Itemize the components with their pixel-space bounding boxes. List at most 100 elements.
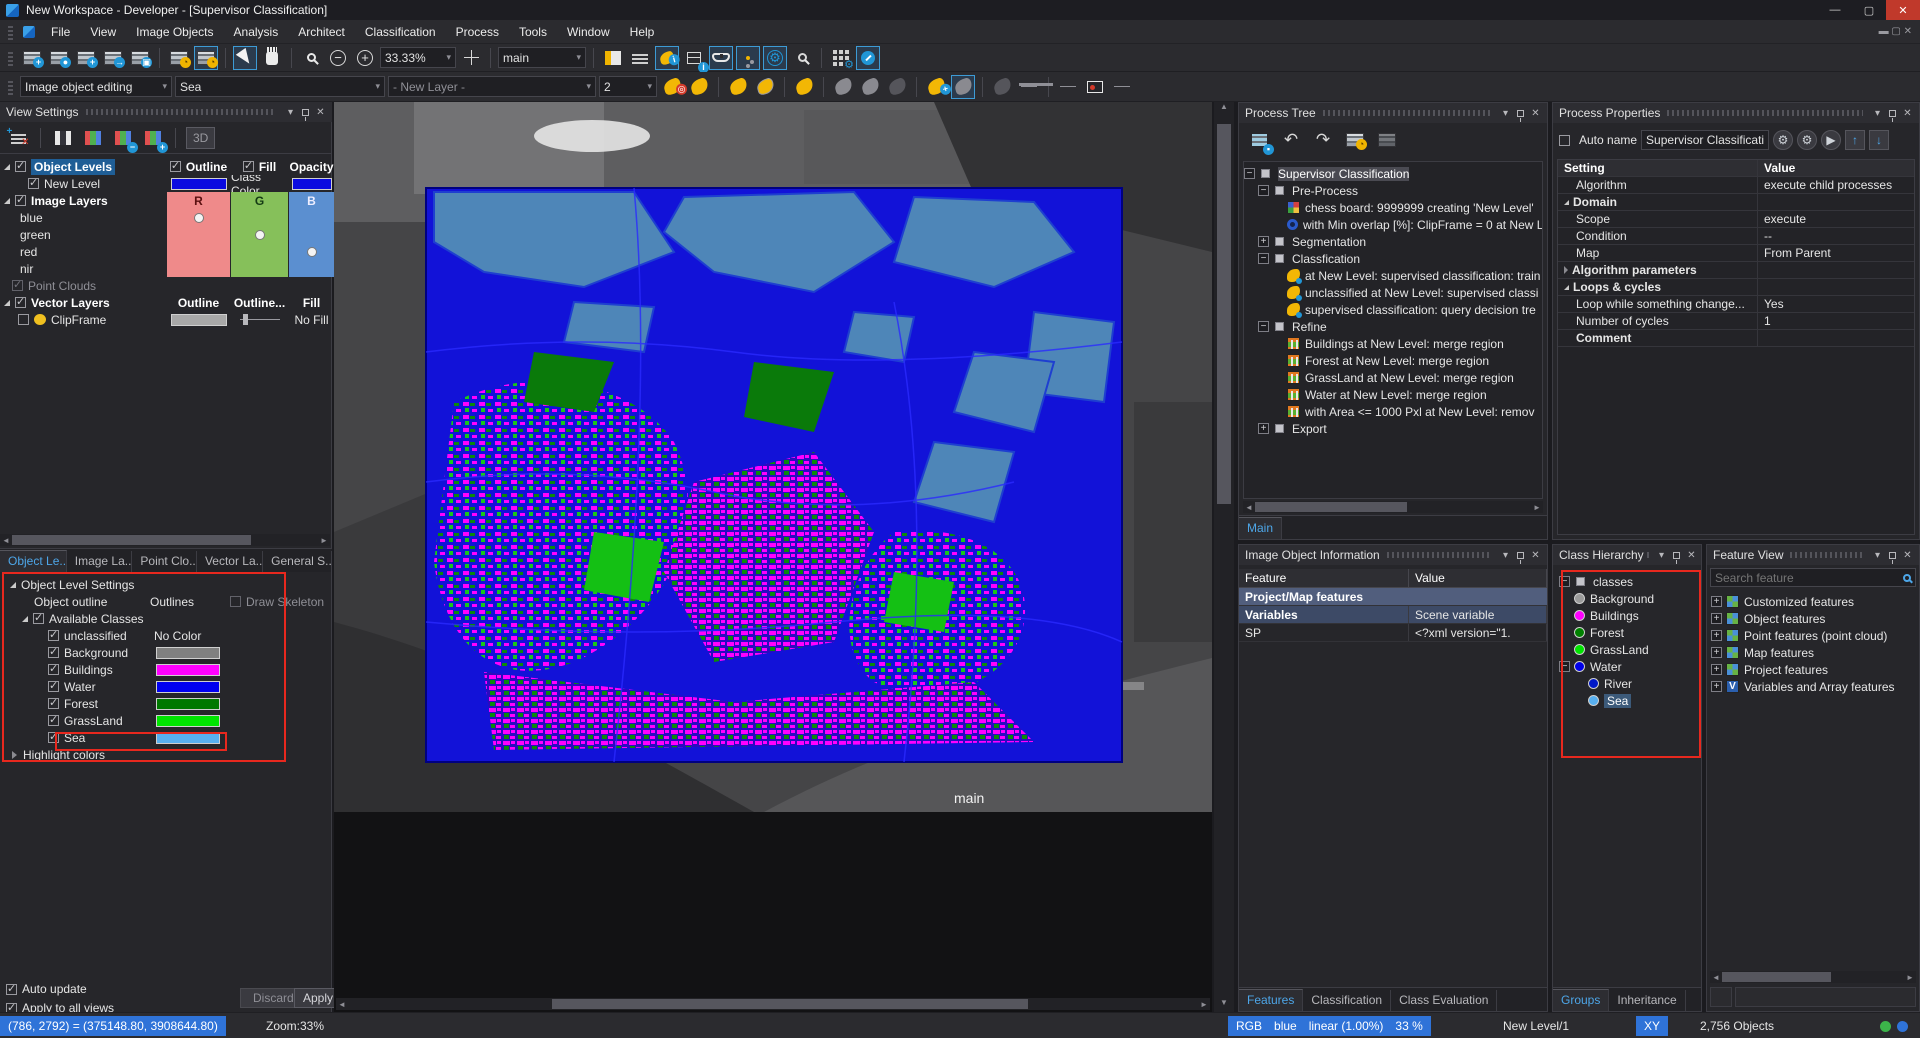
close-icon[interactable]: ✕ <box>313 107 328 118</box>
tree-row-layer-red[interactable]: red <box>0 243 332 260</box>
close-icon[interactable]: ✕ <box>1900 550 1915 561</box>
opacity-swatch[interactable] <box>292 178 332 190</box>
pin-icon[interactable] <box>1889 552 1896 559</box>
merge-objects-button[interactable] <box>831 75 855 99</box>
map-combo[interactable]: main▾ <box>498 47 586 68</box>
add-layer-button[interactable]: + <box>141 126 165 150</box>
add-data-button[interactable]: + <box>74 46 98 70</box>
channel-radio[interactable] <box>255 230 265 240</box>
create-project-button[interactable]: + <box>20 46 44 70</box>
feature-view-footer-bar[interactable] <box>1735 987 1916 1007</box>
process-row[interactable]: Buildings at New Level: merge region <box>1244 335 1542 352</box>
classify-click-button[interactable] <box>792 75 816 99</box>
move-down-button[interactable]: ↓ <box>1869 130 1889 150</box>
process-row[interactable]: Refine <box>1244 318 1542 335</box>
class-row[interactable]: unclassified No Color <box>0 627 332 644</box>
process-row[interactable]: Forest at New Level: merge region <box>1244 352 1542 369</box>
class-row[interactable]: Buildings <box>1559 607 1701 624</box>
chevron-down-icon[interactable]: ▾ <box>1654 550 1669 561</box>
tree-row-available-classes[interactable]: Available Classes <box>0 610 332 627</box>
close-icon[interactable]: ✕ <box>1684 550 1699 561</box>
map-viewport[interactable]: main ◄► <box>334 102 1212 1012</box>
pan-hand-button[interactable] <box>260 46 284 70</box>
classify-region-button[interactable] <box>753 75 777 99</box>
expand-toggle-icon[interactable] <box>1559 661 1570 672</box>
split-view-button[interactable] <box>601 46 625 70</box>
pp-row[interactable]: Loops & cycles <box>1558 279 1914 296</box>
map-vscrollbar[interactable]: ▲ ▼ <box>1214 102 1234 1012</box>
pin-icon[interactable] <box>1673 552 1680 559</box>
process-row[interactable]: Export <box>1244 420 1542 437</box>
class-visible-checkbox[interactable] <box>48 630 59 641</box>
tree-row-layer-blue[interactable]: blue <box>0 209 332 226</box>
pp-row[interactable]: Algorithm execute child processes <box>1558 177 1914 194</box>
navigate-button[interactable] <box>459 46 483 70</box>
chevron-down-icon[interactable]: ▾ <box>1870 550 1885 561</box>
grayscale-layer-button[interactable] <box>51 126 75 150</box>
tree-row-root[interactable]: Object Level Settings <box>0 576 332 593</box>
object-info-tab[interactable]: Classification <box>1303 990 1391 1011</box>
feature-group-row[interactable]: Object features <box>1711 610 1919 627</box>
vector-edit-button[interactable] <box>990 75 1014 99</box>
tree-row-new-level[interactable]: New Level Class Color <box>0 175 332 192</box>
remove-layer-button[interactable]: − <box>111 126 135 150</box>
search-icon[interactable] <box>1903 574 1911 582</box>
view-settings-tab[interactable]: Object Le... <box>0 550 67 572</box>
process-row[interactable]: unclassified at New Level: supervised cl… <box>1244 284 1542 301</box>
xy-toggle[interactable]: XY <box>1636 1016 1668 1036</box>
sp-row[interactable]: SP <?xml version="1. <box>1239 624 1547 642</box>
pin-icon[interactable] <box>1889 110 1896 117</box>
tree-row-image-layers[interactable]: Image Layers R G B <box>0 192 332 209</box>
tree-row-highlight-colors[interactable]: Highlight colors <box>0 746 332 763</box>
menu-item[interactable]: Analysis <box>224 22 289 42</box>
measure-segment-button[interactable] <box>1056 75 1080 99</box>
process-row[interactable]: at New Level: supervised classification:… <box>1244 267 1542 284</box>
view-settings-tab[interactable]: Vector La... <box>197 551 263 572</box>
document-icon[interactable] <box>23 26 35 38</box>
expand-toggle-icon[interactable] <box>1711 630 1722 641</box>
measure-line-button[interactable] <box>1017 75 1041 99</box>
view-project-button[interactable]: ◔ <box>194 46 218 70</box>
view-settings-tab[interactable]: General S... <box>263 551 332 572</box>
process-row[interactable]: Water at New Level: merge region <box>1244 386 1542 403</box>
domain-settings-icon[interactable]: ⚙ <box>1797 130 1817 150</box>
channel-radio[interactable] <box>307 247 317 257</box>
classify-brush-button[interactable] <box>726 75 750 99</box>
expander-icon[interactable] <box>1564 285 1569 290</box>
classify-button[interactable]: ◎ <box>660 75 684 99</box>
classify-sample-button[interactable] <box>687 75 711 99</box>
expander-icon[interactable] <box>4 164 10 170</box>
menu-item[interactable]: Classification <box>355 22 446 42</box>
checkbox[interactable] <box>15 195 26 206</box>
auto-name-checkbox[interactable] <box>1559 135 1570 146</box>
menu-item[interactable]: Window <box>557 22 620 42</box>
zoom-out-button[interactable]: − <box>326 46 350 70</box>
class-visible-checkbox[interactable] <box>48 664 59 675</box>
chevron-down-icon[interactable]: ▾ <box>1498 108 1513 119</box>
process-row[interactable]: with Min overlap [%]: ClipFrame = 0 at N… <box>1244 216 1542 233</box>
tree-row-layer-nir[interactable]: nir <box>0 260 332 277</box>
expand-toggle-icon[interactable] <box>1711 647 1722 658</box>
zoom-level-combo[interactable]: 33.33%▾ <box>380 47 456 68</box>
pin-icon[interactable] <box>1517 552 1524 559</box>
class-hierarchy-tab[interactable]: Groups <box>1553 989 1609 1011</box>
expand-toggle-icon[interactable] <box>1258 253 1269 264</box>
target-layer-combo[interactable]: - New Layer -▾ <box>388 76 596 97</box>
class-row[interactable]: Background <box>0 644 332 661</box>
expander-icon[interactable] <box>1564 266 1568 274</box>
object-info-tab[interactable]: Class Evaluation <box>1391 990 1497 1011</box>
expander-icon[interactable] <box>10 582 16 588</box>
view-settings-tab[interactable]: Point Clo... <box>132 551 197 572</box>
close-icon[interactable]: ✕ <box>1900 108 1915 119</box>
classes-root-row[interactable]: classes <box>1559 573 1701 590</box>
expand-toggle-icon[interactable] <box>1244 168 1255 179</box>
process-tree-tab-main[interactable]: Main <box>1239 517 1282 539</box>
tree-row-point-clouds[interactable]: Point Clouds <box>0 277 332 294</box>
class-row[interactable]: Forest <box>0 695 332 712</box>
process-row[interactable]: Segmentation <box>1244 233 1542 250</box>
pp-row[interactable]: Number of cycles 1 <box>1558 313 1914 330</box>
setting-column-header[interactable]: Setting <box>1558 160 1758 176</box>
class-visible-checkbox[interactable] <box>48 715 59 726</box>
expander-icon[interactable] <box>22 616 28 622</box>
fill-mode-label[interactable]: No Fill <box>294 313 328 327</box>
